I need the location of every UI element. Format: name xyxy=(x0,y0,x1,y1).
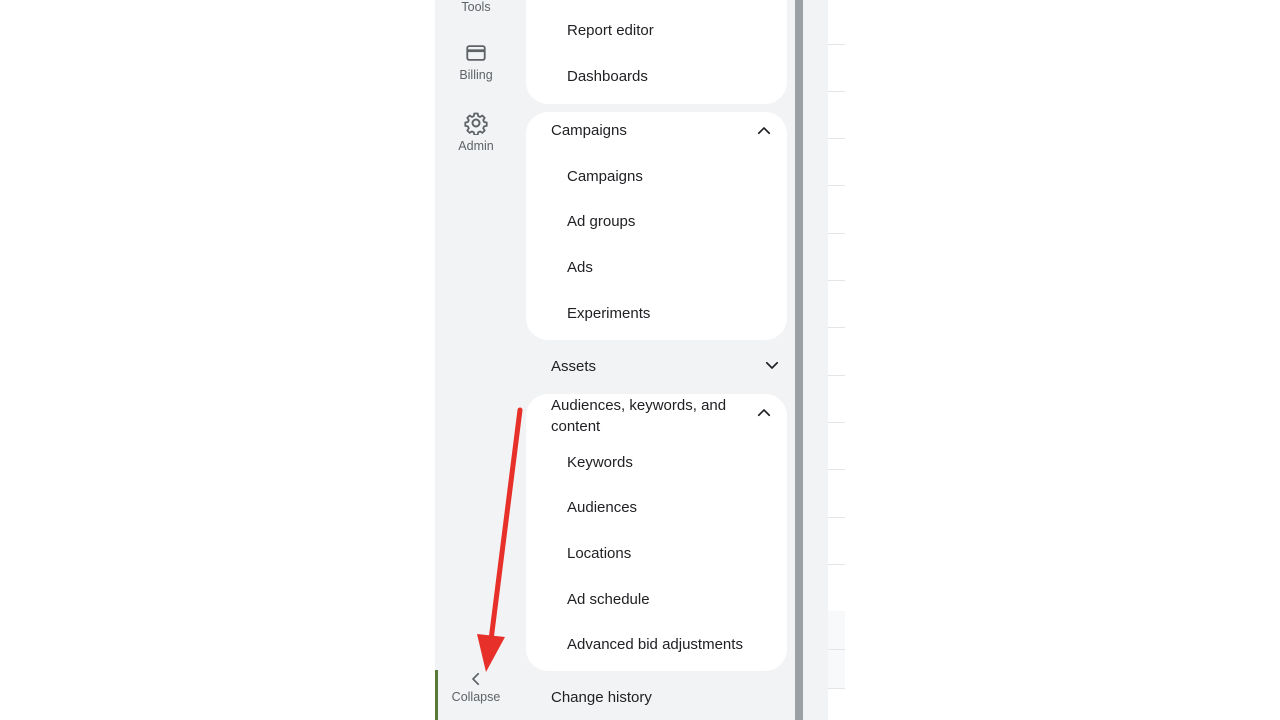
row-divider xyxy=(828,517,845,518)
credit-card-icon xyxy=(435,42,517,64)
row-divider xyxy=(828,422,845,423)
scrollbar[interactable] xyxy=(795,0,803,720)
rail-billing-label: Billing xyxy=(459,68,493,82)
chevron-up-icon xyxy=(755,404,773,428)
campaigns-card: Campaigns Campaigns Ad groups Ads Experi… xyxy=(526,112,787,340)
row-divider xyxy=(828,280,845,281)
row-divider xyxy=(828,233,845,234)
rail-tools-label: Tools xyxy=(461,0,491,14)
change-history-label: Change history xyxy=(551,689,652,706)
row-divider xyxy=(828,688,845,689)
collapse-label: Collapse xyxy=(451,690,501,704)
chevron-left-icon xyxy=(435,670,517,688)
rail-item-admin[interactable]: Admin xyxy=(435,111,517,153)
nav-item-experiments[interactable]: Experiments xyxy=(567,305,650,322)
nav-item-dashboards[interactable]: Dashboards xyxy=(567,68,648,85)
nav-item-audiences[interactable]: Audiences xyxy=(567,499,637,516)
chevron-down-icon xyxy=(763,356,781,378)
audiences-header-line1: Audiences, keywords, and xyxy=(551,397,727,414)
row-divider xyxy=(828,327,845,328)
nav-item-ad-schedule[interactable]: Ad schedule xyxy=(567,591,650,608)
row-divider xyxy=(828,375,845,376)
assets-header-label: Assets xyxy=(551,358,597,375)
scrollbar-track xyxy=(803,0,828,720)
campaigns-group-header[interactable]: Campaigns xyxy=(551,122,781,139)
collapse-button[interactable]: Collapse xyxy=(435,670,517,704)
assets-group-header[interactable]: Assets xyxy=(551,358,781,375)
rail-edge-decoration xyxy=(435,670,438,720)
row-divider xyxy=(828,469,845,470)
nav-item-report-editor[interactable]: Report editor xyxy=(567,22,654,39)
rail-item-tools[interactable]: Tools xyxy=(435,0,517,14)
campaigns-header-label: Campaigns xyxy=(551,122,627,139)
audiences-header-line2: content xyxy=(551,418,601,435)
audiences-group-header[interactable]: Audiences, keywords, and content xyxy=(551,395,781,437)
nav-item-ad-groups[interactable]: Ad groups xyxy=(567,213,635,230)
row-highlight xyxy=(828,611,845,649)
icon-rail: Tools Billing Admin Collapse xyxy=(435,0,517,720)
row-divider xyxy=(828,91,845,92)
nav-item-keywords[interactable]: Keywords xyxy=(567,454,633,471)
row-divider xyxy=(828,185,845,186)
nav-item-campaigns[interactable]: Campaigns xyxy=(567,168,643,185)
nav-item-ads[interactable]: Ads xyxy=(567,259,593,276)
rail-item-billing[interactable]: Billing xyxy=(435,42,517,82)
nav-item-advanced-bid-adjustments[interactable]: Advanced bid adjustments xyxy=(567,636,743,653)
change-history-item[interactable]: Change history xyxy=(551,689,781,706)
rail-admin-label: Admin xyxy=(458,139,494,153)
reports-card: Report editor Dashboards xyxy=(526,0,787,104)
navigation-panel: Report editor Dashboards Campaigns Campa… xyxy=(517,0,795,720)
main-content-edge xyxy=(828,0,845,720)
nav-item-locations[interactable]: Locations xyxy=(567,545,631,562)
row-divider xyxy=(828,44,845,45)
screenshot-stage: Tools Billing Admin Collapse Report edit… xyxy=(0,0,1280,720)
row-divider xyxy=(828,564,845,565)
audiences-card: Audiences, keywords, and content Keyword… xyxy=(526,394,787,671)
gear-icon xyxy=(435,111,517,135)
row-divider xyxy=(828,138,845,139)
row-highlight xyxy=(828,650,845,688)
chevron-up-icon xyxy=(755,122,773,144)
